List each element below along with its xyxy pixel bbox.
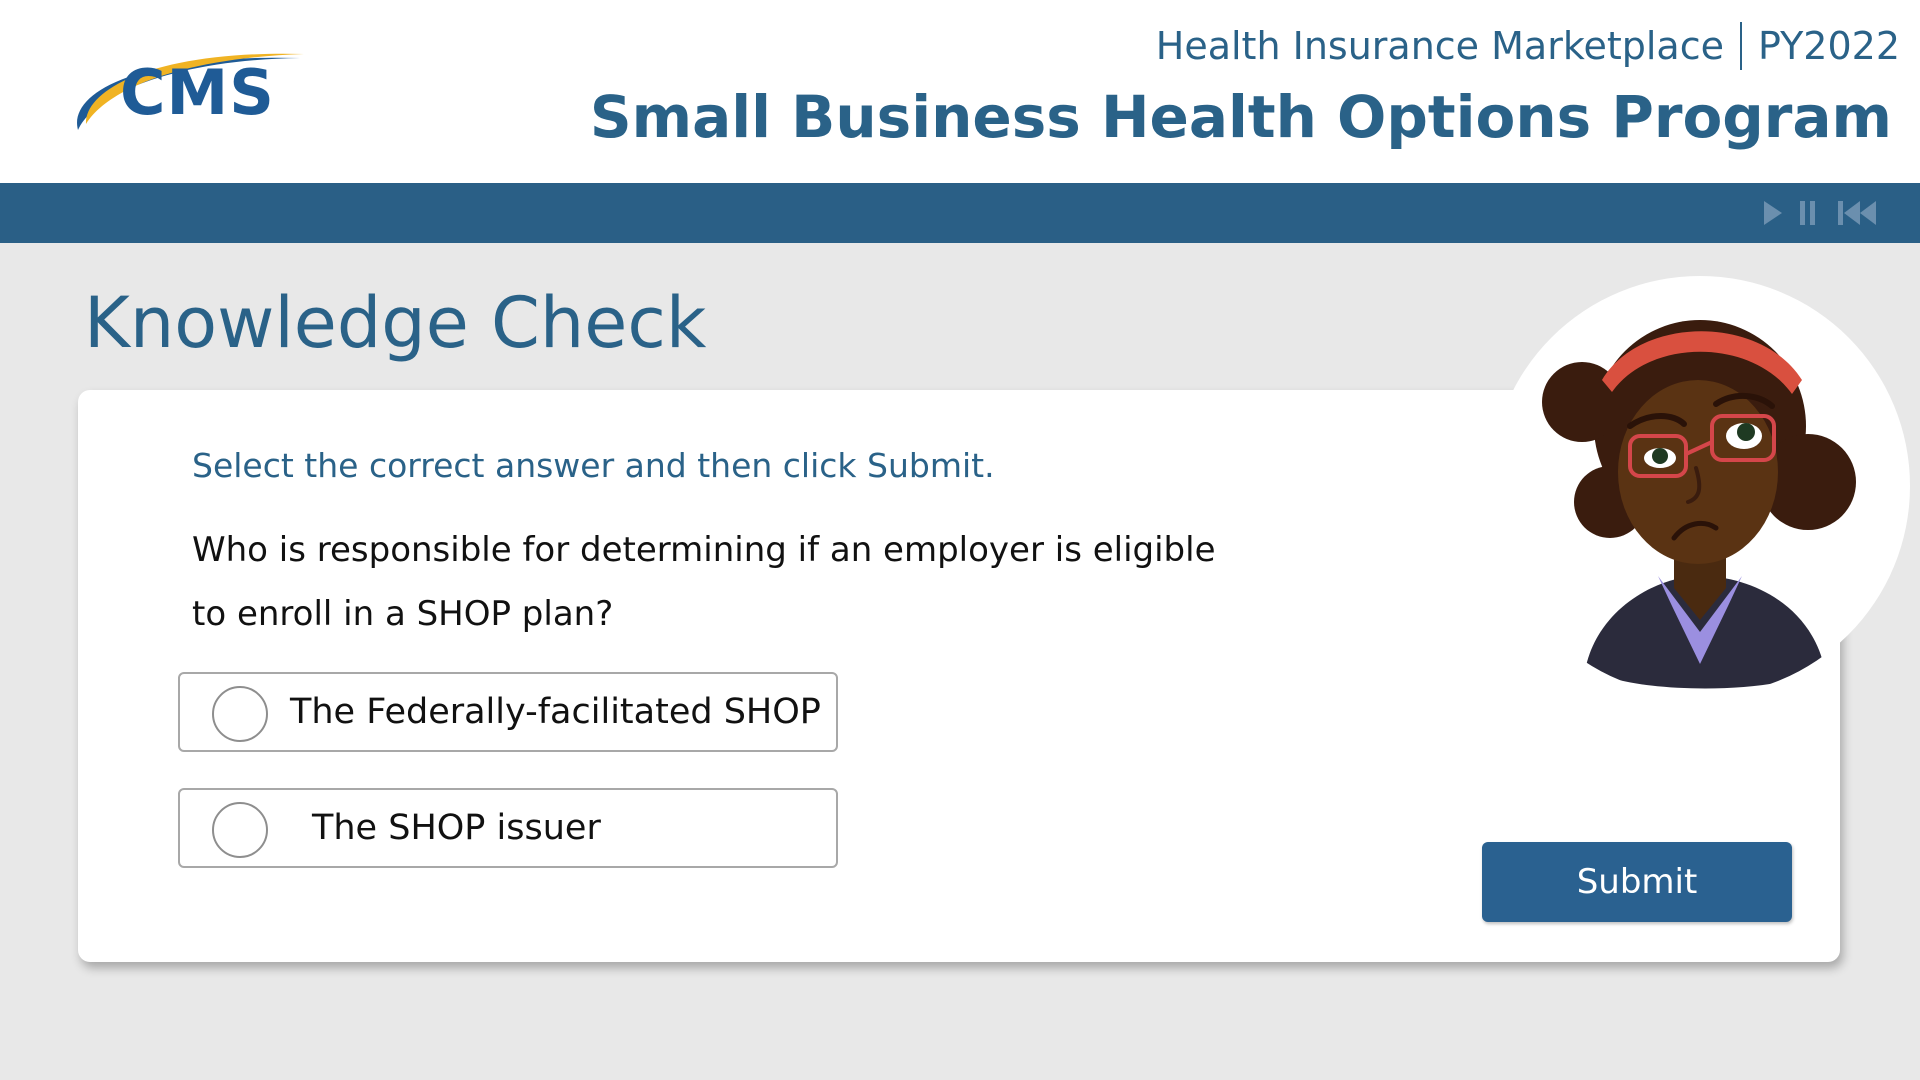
- marketplace-line: Health Insurance Marketplace PY2022: [1156, 20, 1900, 72]
- header: CMS Health Insurance Marketplace PY2022 …: [0, 0, 1920, 183]
- option-label: The SHOP issuer: [312, 808, 601, 848]
- instruction-text: Select the correct answer and then click…: [192, 446, 995, 485]
- plan-year: PY2022: [1758, 24, 1900, 68]
- pause-icon[interactable]: [1798, 199, 1818, 227]
- divider: [1740, 22, 1742, 70]
- question-text: Who is responsible for determining if an…: [192, 518, 1242, 646]
- question-line: to enroll in a SHOP plan?: [192, 594, 614, 634]
- cms-logo-text: CMS: [120, 56, 275, 129]
- question-line: Who is responsible for determining if an…: [192, 530, 1216, 570]
- submit-button[interactable]: Submit: [1482, 842, 1792, 922]
- radio-button[interactable]: [212, 802, 268, 858]
- player-control-bar: [0, 183, 1920, 243]
- answer-option-shop-issuer[interactable]: The SHOP issuer: [178, 788, 838, 868]
- marketplace-label: Health Insurance Marketplace: [1155, 24, 1724, 68]
- play-icon[interactable]: [1762, 199, 1784, 227]
- radio-button[interactable]: [212, 686, 268, 742]
- program-title: Small Business Health Options Program: [589, 83, 1892, 151]
- option-label: The Federally-facilitated SHOP: [290, 692, 821, 732]
- answer-option-federally-facilitated[interactable]: The Federally-facilitated SHOP: [178, 672, 838, 752]
- cms-logo: CMS: [64, 44, 340, 146]
- rewind-icon[interactable]: [1836, 199, 1878, 227]
- page-title: Knowledge Check: [84, 282, 707, 364]
- character-avatar: [1490, 276, 1910, 696]
